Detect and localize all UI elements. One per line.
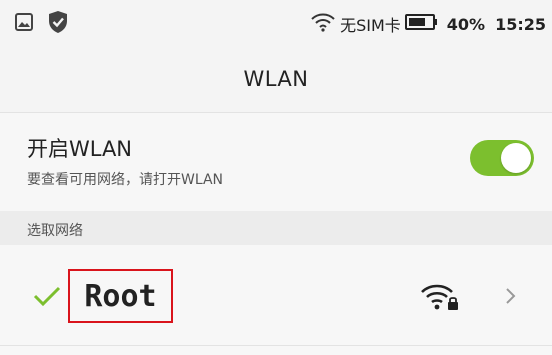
image-icon — [15, 13, 33, 35]
wlan-switch-knob — [501, 143, 531, 173]
check-icon — [33, 285, 61, 311]
status-bar-left — [15, 10, 69, 38]
chevron-right-icon[interactable] — [505, 287, 517, 309]
section-header: 选取网络 — [0, 211, 552, 245]
sim-status-text: 无SIM卡 — [340, 16, 401, 35]
status-bar: 无SIM卡 40% 15:25 — [0, 0, 552, 46]
network-item[interactable]: Root — [0, 245, 552, 346]
wlan-toggle-row[interactable]: 开启WLAN 要查看可用网络，请打开WLAN — [0, 113, 552, 211]
battery-icon — [404, 13, 439, 35]
wlan-toggle-label: 开启WLAN — [27, 137, 133, 161]
status-bar-right: 无SIM卡 40% 15:25 — [310, 12, 546, 36]
page-title: WLAN — [243, 67, 309, 91]
network-ssid-highlight: Root — [68, 269, 173, 323]
network-ssid: Root — [84, 278, 157, 314]
status-clock: 15:25 — [495, 14, 546, 34]
battery-percent: 40% — [446, 14, 486, 34]
wifi-lock-icon — [419, 282, 461, 316]
title-bar: WLAN — [0, 46, 552, 113]
wlan-toggle-description: 要查看可用网络，请打开WLAN — [27, 172, 224, 188]
section-header-label: 选取网络 — [27, 223, 83, 239]
shield-check-icon — [47, 10, 69, 38]
wlan-switch[interactable] — [470, 140, 534, 176]
wifi-status-icon — [310, 12, 336, 36]
